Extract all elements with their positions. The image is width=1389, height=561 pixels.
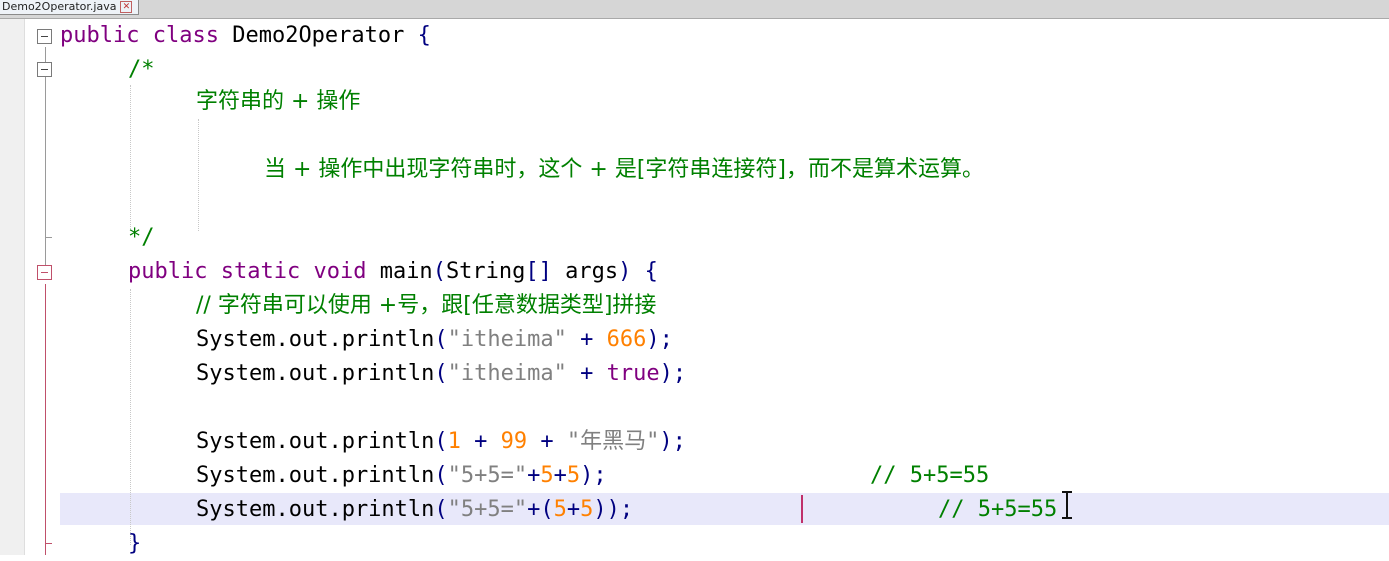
code-token-string: "年黑马"	[566, 429, 660, 454]
text-caret	[801, 495, 803, 523]
code-comment: // 5+5=55	[870, 463, 990, 488]
code-line: System.out.println(1 + 99 + "年黑马");	[196, 425, 686, 459]
code-line: public static void main(String[] args) {	[128, 255, 658, 289]
code-comment: */	[128, 225, 155, 250]
code-token-string: "5+5="	[447, 463, 528, 488]
code-comment: // 5+5=55	[938, 497, 1058, 522]
code-token-string: "itheima"	[447, 361, 567, 386]
tab-title: Demo2Operator.java	[2, 0, 117, 13]
code-line: // 字符串可以使用 +号，跟[任意数据类型]拼接	[196, 289, 656, 323]
close-icon[interactable]: ✕	[120, 1, 133, 13]
code-token-keyword: public	[128, 259, 208, 284]
code-token-semicolon: ;	[672, 361, 687, 386]
code-token-paren: )	[659, 361, 673, 386]
code-token-identifier: Demo2Operator	[218, 23, 418, 48]
code-token-number: 5	[553, 497, 567, 522]
code-token-paren: (	[434, 429, 448, 454]
code-line-comment: // 5+5=55	[870, 459, 989, 493]
code-token-operator: +	[566, 361, 607, 386]
fold-collapse-icon[interactable]	[37, 265, 52, 280]
indent-guide	[130, 289, 131, 545]
code-token-number: 5	[580, 497, 594, 522]
code-token-paren: (	[432, 259, 446, 284]
code-token-keyword: class	[152, 23, 219, 48]
code-token-operator: +	[527, 497, 541, 522]
code-comment: 当 + 操作中出现字符串时，这个 + 是[字符串连接符]，而不是算术运算。	[264, 157, 985, 182]
fold-collapse-icon[interactable]	[37, 62, 52, 77]
ibeam-cursor-icon	[1062, 489, 1072, 523]
code-line: */	[128, 221, 155, 255]
code-token-keyword: true	[606, 361, 660, 386]
code-token-semicolon: ;	[593, 463, 607, 488]
tab-bar: Demo2Operator.java ✕	[0, 0, 1389, 19]
file-tab[interactable]: Demo2Operator.java ✕	[0, 0, 140, 15]
code-token-number: 5	[540, 463, 554, 488]
code-token-call: System.out.println	[196, 361, 435, 386]
code-line: System.out.println("itheima" + 666);	[196, 323, 673, 357]
code-token-call: System.out.println	[196, 429, 435, 454]
code-token-paren: (	[434, 497, 448, 522]
code-token-identifier: args	[551, 259, 619, 284]
code-token-operator: +	[566, 497, 581, 522]
code-token-keyword: public	[60, 23, 140, 48]
code-token-call: System.out.println	[196, 463, 435, 488]
fold-guide-active	[45, 284, 46, 555]
code-token-brace: }	[128, 531, 142, 556]
code-line-comment: // 5+5=55	[938, 493, 1057, 527]
indent-guide	[198, 119, 199, 231]
line-margin	[0, 19, 25, 555]
code-token-paren: )	[646, 327, 660, 352]
code-comment: 字符串的 + 操作	[196, 89, 361, 114]
code-token-string: "5+5="	[447, 497, 528, 522]
code-token-string: "itheima"	[447, 327, 567, 352]
fold-collapse-icon[interactable]	[37, 29, 52, 44]
code-token-identifier: main	[366, 259, 433, 284]
code-line: }	[128, 527, 141, 561]
code-token-type: String	[445, 259, 526, 284]
code-token-paren: (	[434, 361, 448, 386]
code-token-bracket: []	[525, 259, 552, 284]
code-token-operator: +	[553, 463, 567, 488]
fold-end-marker	[45, 237, 52, 238]
code-token-paren: (	[434, 327, 448, 352]
code-comment: /*	[128, 57, 155, 82]
fold-end-marker	[45, 543, 52, 544]
fold-guide	[45, 47, 46, 277]
code-line: 当 + 操作中出现字符串时，这个 + 是[字符串连接符]，而不是算术运算。	[264, 153, 984, 187]
code-token-paren: )	[618, 259, 632, 284]
code-token-semicolon: ;	[619, 497, 634, 522]
code-line: /*	[128, 53, 155, 87]
code-token-brace: {	[631, 259, 658, 284]
indent-guide	[130, 85, 131, 231]
code-token-paren: )	[659, 429, 673, 454]
code-token-number: 1	[447, 429, 461, 454]
code-token-operator: +	[460, 429, 501, 454]
code-token-semicolon: ;	[659, 327, 673, 352]
code-token-paren: (	[540, 497, 554, 522]
code-token-paren: (	[434, 463, 448, 488]
code-editor[interactable]: public class Demo2Operator { /* 字符串的 + 操…	[0, 19, 1389, 556]
code-token-operator: +	[566, 327, 607, 352]
code-comment: // 字符串可以使用 +号，跟[任意数据类型]拼接	[196, 293, 657, 318]
code-token-number: 5	[566, 463, 581, 488]
code-line: System.out.println("5+5="+5+5);	[196, 459, 607, 493]
code-token-keyword: static	[220, 259, 301, 284]
code-token-number: 99	[500, 429, 528, 454]
code-token-brace: {	[417, 23, 431, 48]
code-token-keyword: void	[313, 259, 367, 284]
code-token-operator: +	[527, 429, 567, 454]
code-line: public class Demo2Operator {	[60, 19, 431, 53]
code-token-number: 666	[606, 327, 647, 352]
code-token-operator: +	[527, 463, 541, 488]
code-token-paren: ))	[593, 497, 620, 522]
code-line-current: System.out.println("5+5="+(5+5));	[196, 493, 633, 527]
code-line: System.out.println("itheima" + true);	[196, 357, 686, 391]
code-token-semicolon: ;	[672, 429, 686, 454]
code-token-paren: )	[580, 463, 594, 488]
code-token-call: System.out.println	[196, 327, 435, 352]
code-line: 字符串的 + 操作	[196, 85, 360, 119]
code-token-call: System.out.println	[196, 497, 435, 522]
